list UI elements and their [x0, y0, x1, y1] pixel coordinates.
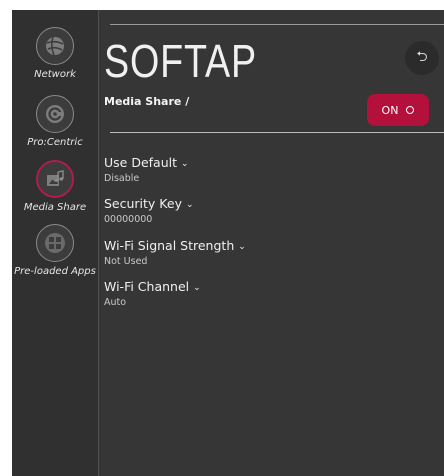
top-divider	[110, 24, 444, 25]
breadcrumb: Media Share /	[104, 95, 190, 108]
setting-wifi-channel[interactable]: Wi-Fi Channel ⌄ Auto	[104, 279, 201, 309]
setting-wifi-signal-strength[interactable]: Wi-Fi Signal Strength ⌄ Not Used	[104, 238, 246, 268]
page-title: SOFTAP	[104, 35, 258, 87]
apps-grid-icon	[36, 224, 74, 262]
sidebar-item-label: Network	[34, 69, 76, 80]
sidebar-item-procentric[interactable]: Pro:Centric	[12, 95, 98, 149]
setting-label: Wi-Fi Signal Strength	[104, 238, 235, 253]
chevron-down-icon: ⌄	[238, 242, 246, 252]
setting-use-default[interactable]: Use Default ⌄ Disable	[104, 155, 189, 185]
setting-value: Auto	[104, 297, 127, 308]
sidebar: Network Pro:Centric Media Share Pre-load…	[12, 10, 98, 476]
media-share-icon	[36, 160, 74, 198]
main-panel: SOFTAP ⮌ Media Share / ON Use Default ⌄ D…	[99, 10, 444, 476]
sidebar-item-media-share[interactable]: Media Share	[12, 160, 98, 214]
setting-label: Security Key	[104, 196, 182, 211]
back-button[interactable]: ⮌	[405, 41, 439, 75]
sidebar-item-preloaded-apps[interactable]: Pre-loaded Apps	[12, 224, 98, 278]
setting-security-key[interactable]: Security Key ⌄ 00000000	[104, 196, 194, 226]
sidebar-item-label: Pre-loaded Apps	[14, 266, 96, 277]
sidebar-item-network[interactable]: Network	[12, 27, 98, 81]
sidebar-item-label: Media Share	[23, 202, 87, 213]
setting-value: Not Used	[104, 256, 148, 267]
chevron-down-icon: ⌄	[181, 159, 189, 169]
sidebar-item-label: Pro:Centric	[27, 137, 83, 148]
toggle-knob-icon	[406, 106, 415, 114]
toggle-label: ON	[381, 103, 399, 117]
header-divider	[110, 132, 444, 133]
setting-value: Disable	[104, 173, 140, 184]
setting-label: Use Default	[104, 155, 177, 170]
back-icon: ⮌	[416, 49, 428, 65]
setting-label: Wi-Fi Channel	[104, 279, 190, 294]
chevron-down-icon: ⌄	[185, 200, 194, 210]
settings-screen: Network Pro:Centric Media Share Pre-load…	[12, 10, 444, 476]
setting-value: 00000000	[104, 214, 153, 225]
softap-toggle[interactable]: ON	[367, 94, 429, 126]
chevron-down-icon: ⌄	[193, 283, 201, 293]
procentric-icon	[36, 95, 74, 133]
globe-icon	[36, 27, 74, 65]
